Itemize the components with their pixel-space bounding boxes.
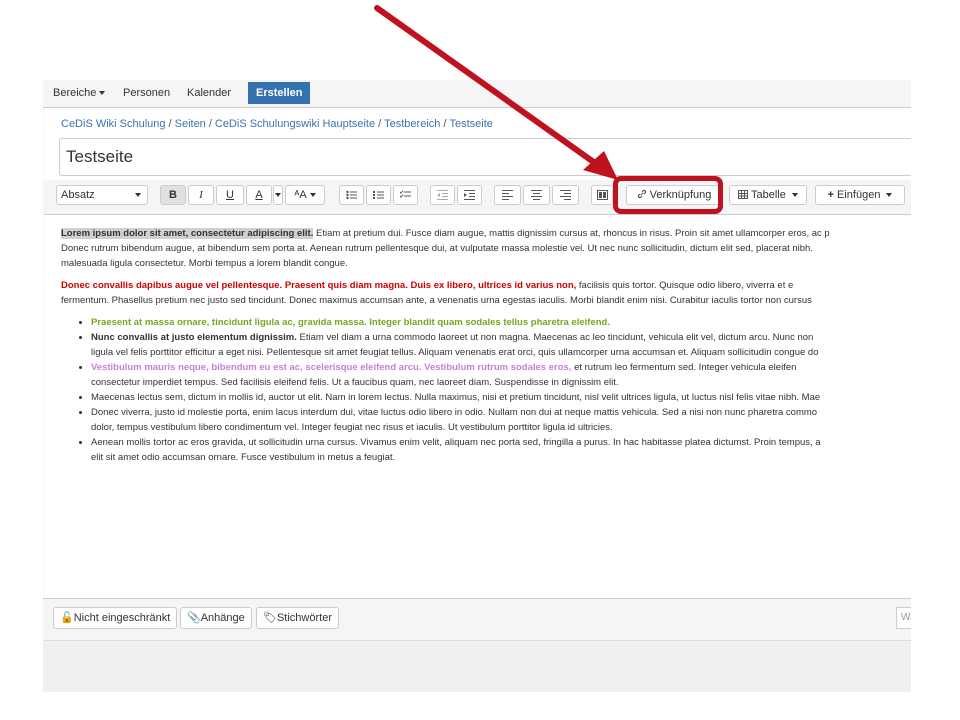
bold-text: Nunc convallis at justo elementum dignis… [91,332,297,343]
footer-input-placeholder: Wa [901,612,911,623]
list-text: elit sit amet odio accumsan ornare. Fusc… [91,452,396,463]
breadcrumb-item[interactable]: CeDiS Schulungswiki Hauptseite [215,118,375,130]
list-text: Etiam vel diam a urna commodo laoreet ut… [296,332,814,343]
list-text: dolor, tempus vestibulum libero condimen… [91,422,613,433]
breadcrumb: CeDiS Wiki Schulung / Seiten / CeDiS Schulun… [61,118,493,130]
align-left-icon [502,190,513,200]
attachments-label: Anhänge [200,612,245,624]
list-item: Vestibulum mauris neque, bibendum eu est… [91,360,911,390]
align-right-button[interactable] [552,185,579,205]
labels-label: Stichwörter [276,612,332,624]
chevron-down-icon [99,91,106,96]
bullet-list: Praesent at massa ornare, tincidunt ligu… [61,315,911,465]
breadcrumb-item[interactable]: CeDiS Wiki Schulung [61,118,166,130]
paperclip-icon: 📎 [187,612,201,624]
table-icon [738,190,749,199]
chevron-down-icon [275,193,281,198]
task-list-button[interactable] [393,185,418,205]
attachments-button[interactable]: 📎Anhänge [180,607,252,629]
annotation-highlight-box [613,176,723,214]
restrictions-label: Nicht eingeschränkt [73,612,171,624]
paragraph-style-label: Absatz [61,189,95,201]
labels-button[interactable]: 🏷Stichwörter [256,607,339,629]
bold-button[interactable]: B [160,185,186,205]
list-text: Donec viverra, justo id molestie porta, … [91,407,818,418]
purple-bold-text: Vestibulum mauris neque, bibendum eu est… [91,362,572,373]
nav-bereiche-label: Bereiche [53,87,97,99]
text-size-icon: ᴬA [294,189,307,201]
outdent-icon [437,190,448,200]
editor-footer: 🔓Nicht eingeschränkt 📎Anhänge 🏷Stichwört… [43,598,911,639]
paragraph: Donec convallis dapibus augue vel pellen… [61,278,911,308]
italic-button[interactable]: I [188,185,214,205]
nav-bereiche[interactable]: Bereiche [53,80,106,107]
plus-icon: + [827,189,834,201]
underline-button[interactable]: U [216,185,244,205]
list-item: Nunc convallis at justo elementum dignis… [91,330,911,360]
breadcrumb-item[interactable]: Testbereich [384,118,440,130]
indent-icon [464,190,475,200]
list-item: Donec viverra, justo id molestie porta, … [91,405,911,435]
checklist-icon [399,190,411,198]
nav-kalender[interactable]: Kalender [187,80,231,107]
unlock-icon: 🔓 [60,612,74,624]
bullet-list-icon [346,190,357,200]
align-left-button[interactable] [494,185,521,205]
numbered-list-icon [373,191,384,199]
red-bold-text: Donec convallis dapibus augue vel pellen… [61,280,577,291]
text-color-button[interactable]: A [246,185,272,205]
nav-personen[interactable]: Personen [123,80,170,107]
table-button[interactable]: Tabelle [729,185,807,205]
green-bold-text: Praesent at massa ornare, tincidunt ligu… [91,317,610,328]
list-text: Aenean mollis tortor ac eros gravida, ut… [91,437,821,448]
create-button[interactable]: Erstellen [248,82,311,104]
list-text: et rutrum leo fermentum sed. Integer veh… [571,362,797,373]
chevron-down-icon [886,193,893,198]
bullet-list-button[interactable] [339,185,364,205]
page-title-input[interactable]: Testseite [59,138,911,176]
align-center-button[interactable] [523,185,550,205]
align-center-icon [531,190,542,200]
footer-bottom-strip [43,640,911,692]
paragraph-text: Etiam at pretium dui. Fusce diam augue, … [313,228,830,239]
highlighted-text: Lorem ipsum dolor sit amet, consectetur … [61,228,314,239]
top-navigation-bar: Bereiche Personen Kalender Erstellen [43,80,911,108]
list-text: Maecenas lectus sem, dictum in mollis id… [91,392,821,403]
paragraph-style-select[interactable]: Absatz [56,185,148,205]
insert-button[interactable]: + Einfügen [815,185,905,205]
list-text: consectetur imperdiet tempus. Sed facili… [91,377,619,388]
list-item: Aenean mollis tortor ac eros gravida, ut… [91,435,911,465]
paragraph-text: facilisis quis tortor. Quisque odio libe… [576,280,794,291]
breadcrumb-item[interactable]: Testseite [449,118,492,130]
text-color-dropdown[interactable] [273,185,283,205]
paragraph-text: malesuada ligula consectetur. Morbi temp… [61,258,348,269]
chevron-down-icon [135,193,141,197]
footer-input[interactable]: Wa [896,607,911,629]
paragraph-text: Donec rutrum bibendum augue, at bibendum… [61,243,813,254]
list-text: ligula vel felis porttitor efficitur a e… [91,347,819,358]
page-body[interactable]: Lorem ipsum dolor sit amet, consectetur … [61,226,911,465]
breadcrumb-item[interactable]: Seiten [175,118,206,130]
paragraph-text: fermentum. Phasellus pretium nec justo s… [61,295,812,306]
tag-icon: 🏷 [263,612,277,624]
chevron-down-icon [309,193,316,198]
outdent-button[interactable] [430,185,455,205]
layout-columns-icon [596,190,608,200]
list-item: Praesent at massa ornare, tincidunt ligu… [91,315,911,330]
page-title: Testseite [66,147,134,166]
numbered-list-button[interactable] [366,185,391,205]
editor-toolbar: Absatz B I U A ᴬA Verknüpfung Tabelle + … [44,180,911,215]
list-item: Maecenas lectus sem, dictum in mollis id… [91,390,911,405]
table-button-label: Tabelle [751,189,786,201]
indent-button[interactable] [457,185,482,205]
confluence-editor-window: Bereiche Personen Kalender Erstellen CeD… [43,80,911,692]
insert-button-label: Einfügen [837,189,881,201]
page-layout-button[interactable] [591,185,613,205]
align-right-icon [560,190,571,200]
editor-area: CeDiS Wiki Schulung / Seiten / CeDiS Schulun… [44,108,911,598]
text-format-dropdown[interactable]: ᴬA [285,185,325,205]
paragraph: Lorem ipsum dolor sit amet, consectetur … [61,226,911,271]
chevron-down-icon [791,193,798,198]
restrictions-button[interactable]: 🔓Nicht eingeschränkt [53,607,178,629]
